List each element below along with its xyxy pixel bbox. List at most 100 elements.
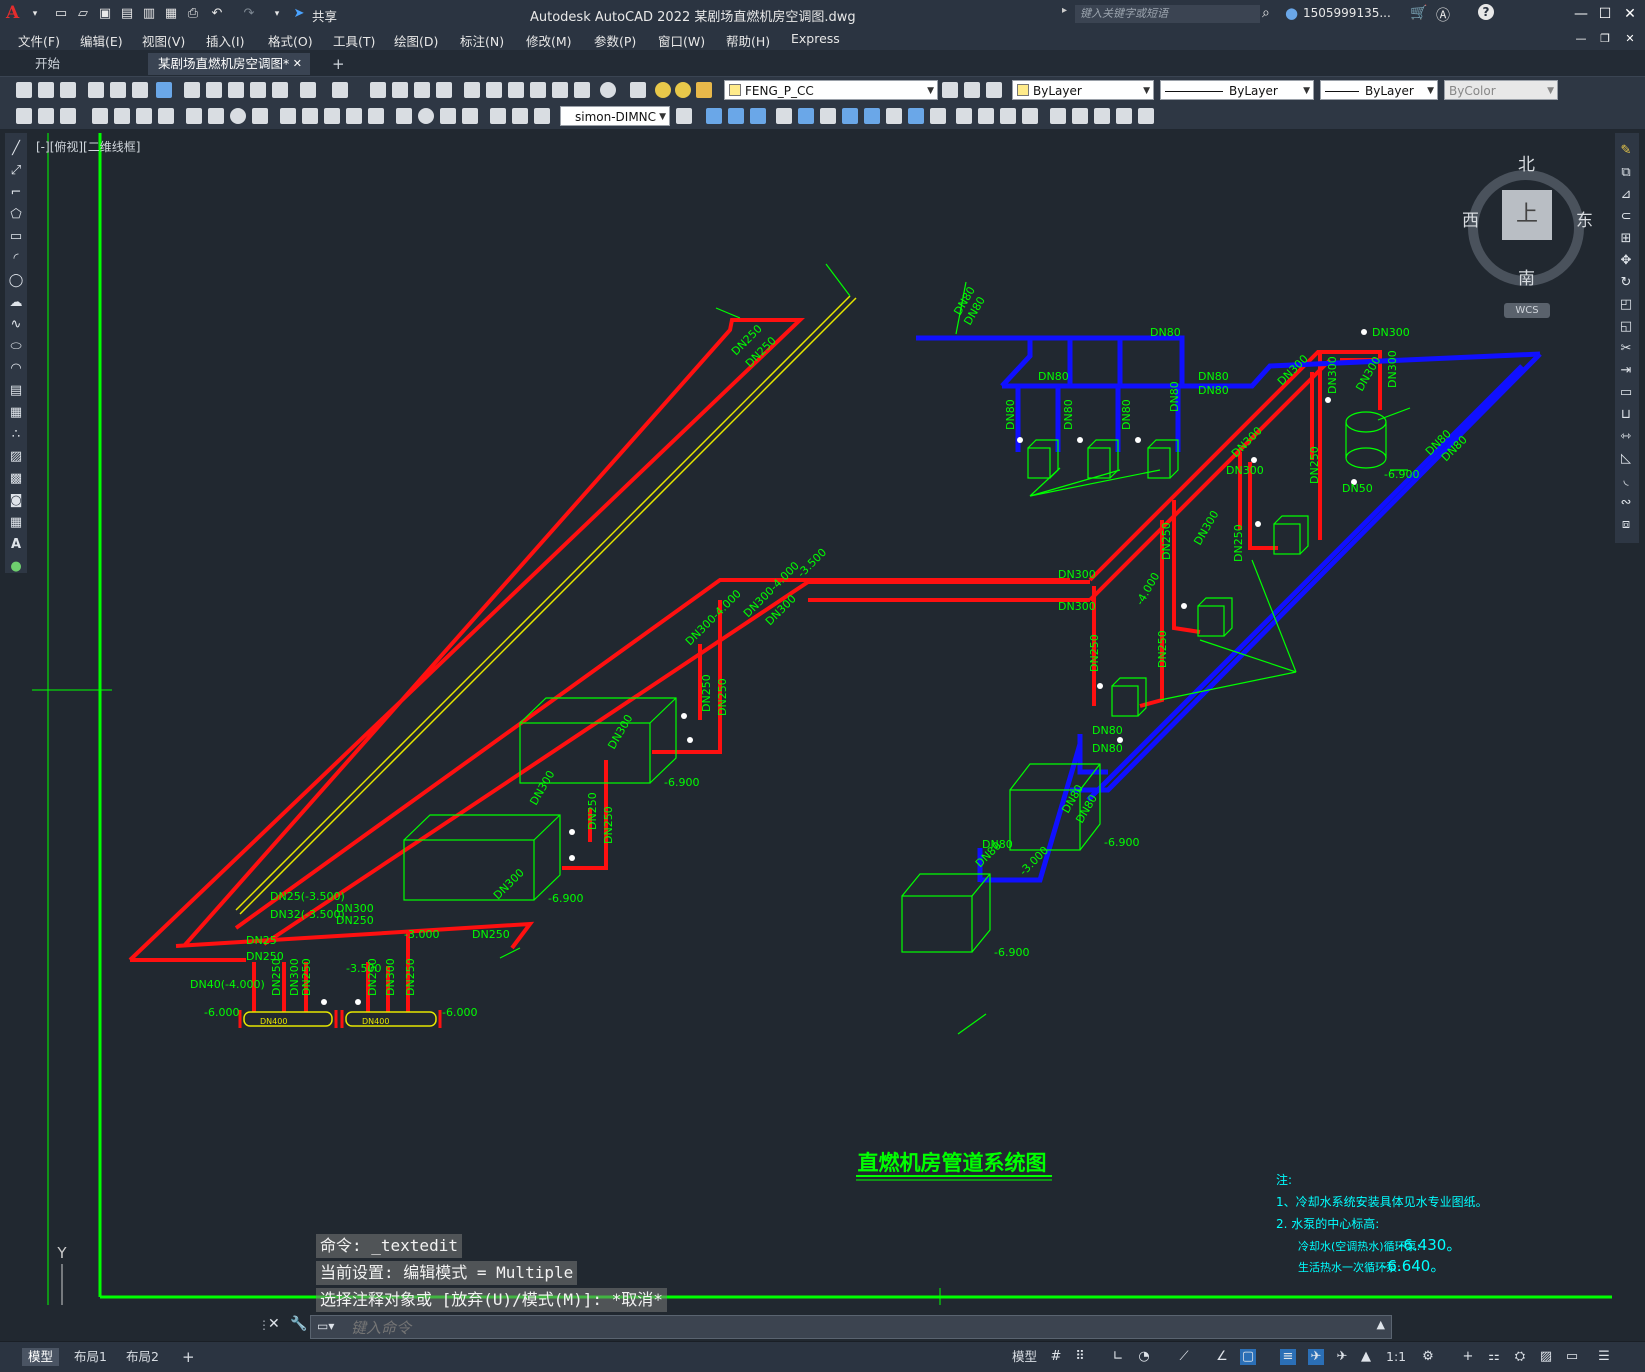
cmd-close-icon[interactable]: ✕ (268, 1316, 280, 1332)
wcs-menu[interactable]: WCS (1504, 303, 1550, 318)
qnew-icon[interactable] (16, 82, 32, 98)
matchprop-icon[interactable] (250, 82, 266, 98)
viewcube-east[interactable]: 东 (1576, 206, 1593, 231)
viewcube-top-face[interactable]: 上 (1502, 190, 1552, 240)
solid-l-icon[interactable] (956, 108, 972, 124)
dim-radius-icon[interactable] (186, 108, 202, 124)
center-mark-icon[interactable] (418, 108, 434, 124)
quick-dim-icon[interactable] (280, 108, 296, 124)
tool-palettes-icon[interactable] (508, 82, 524, 98)
tab-close-icon[interactable]: ✕ (293, 53, 302, 75)
dim-edit-icon[interactable] (490, 108, 506, 124)
dim-text-edit-icon[interactable] (512, 108, 528, 124)
pan-icon[interactable] (370, 82, 386, 98)
zoom-window-icon[interactable] (414, 82, 430, 98)
cmd-recent-icon[interactable]: ▭▾ (317, 1319, 334, 1333)
annotation-visibility-icon[interactable]: ✈ (1308, 1349, 1324, 1365)
table-icon[interactable]: ▦ (8, 515, 24, 531)
solid-i-icon[interactable] (886, 108, 902, 124)
redo-icon[interactable]: ↷ (240, 5, 258, 23)
layer-dropdown[interactable]: FENG_P_CC ▼ (724, 80, 938, 100)
open-file-icon[interactable]: ▱ (74, 5, 92, 23)
doc-close-icon[interactable]: ✕ (1619, 29, 1641, 49)
minimize-icon[interactable]: — (1570, 4, 1592, 24)
layer-thaw-icon[interactable] (675, 82, 691, 98)
dim-aligned-icon[interactable] (114, 108, 130, 124)
menu-help[interactable]: 帮助(H) (726, 31, 770, 50)
menu-express[interactable]: Express (791, 31, 840, 46)
add-layout-button[interactable]: + (176, 1348, 201, 1366)
lineweight-display-icon[interactable]: ≡ (1280, 1349, 1296, 1365)
arc-icon[interactable]: ◜ (8, 251, 24, 267)
chamfer-icon[interactable]: ◺ (1618, 451, 1634, 467)
menu-parametric[interactable]: 参数(P) (594, 31, 636, 50)
revcloud-icon[interactable]: ☁ (8, 295, 24, 311)
dim-break-icon[interactable] (368, 108, 384, 124)
rotate-icon[interactable]: ↻ (1618, 275, 1634, 291)
dim-continue-icon[interactable] (324, 108, 340, 124)
tool-c-icon[interactable] (60, 108, 76, 124)
spline-icon[interactable]: ∿ (8, 317, 24, 333)
mtext-icon[interactable]: A (8, 537, 24, 553)
scale-icon[interactable]: ◰ (1618, 297, 1634, 313)
blend-icon[interactable]: ∾ (1618, 495, 1634, 511)
zoom-previous-icon[interactable] (436, 82, 452, 98)
menu-modify[interactable]: 修改(M) (526, 31, 572, 50)
dimstyle-dropdown[interactable]: simon-DIMNC ▼ (560, 106, 670, 126)
viewcube-south[interactable]: 南 (1518, 264, 1535, 289)
point-icon[interactable]: ∴ (8, 427, 24, 443)
copy-icon[interactable] (206, 82, 222, 98)
command-input[interactable] (349, 1318, 1333, 1338)
share-label[interactable]: 共享 (312, 6, 337, 25)
expand-search-icon[interactable]: ▸ (1062, 5, 1067, 16)
cmd-history-toggle-icon[interactable]: ▲ (1377, 1318, 1385, 1331)
dim-angular-icon[interactable] (252, 108, 268, 124)
cut-icon[interactable] (184, 82, 200, 98)
plotstyle-dropdown[interactable]: ByColor ▼ (1444, 80, 1558, 100)
ellipse-icon[interactable]: ⬭ (8, 339, 24, 355)
quick-properties-icon[interactable]: ⛭ (1512, 1349, 1528, 1365)
menu-draw[interactable]: 绘图(D) (394, 31, 438, 50)
erase-icon[interactable]: ✎ (1618, 143, 1634, 159)
solid-s-icon[interactable] (1116, 108, 1132, 124)
layer-lock-icon[interactable] (696, 82, 712, 98)
sheet-set-icon[interactable] (530, 82, 546, 98)
maximize-icon[interactable]: ☐ (1594, 4, 1616, 24)
tab-layout1[interactable]: 布局1 (68, 1348, 113, 1366)
hatch-icon[interactable]: ▨ (8, 449, 24, 465)
explode-icon[interactable]: ⧈ (1618, 517, 1634, 533)
grid-icon[interactable]: # (1048, 1349, 1064, 1365)
dim-space-icon[interactable] (346, 108, 362, 124)
cart-icon[interactable]: 🛒 (1410, 5, 1427, 21)
extend-icon[interactable]: ⇥ (1618, 363, 1634, 379)
menu-window[interactable]: 窗口(W) (658, 31, 705, 50)
gradient-icon[interactable]: ▩ (8, 471, 24, 487)
tool-a-icon[interactable] (16, 108, 32, 124)
autocad-logo[interactable]: A (6, 3, 19, 23)
user-icon[interactable]: ● (1285, 4, 1298, 22)
command-line[interactable]: ▭▾ ▲ (310, 1315, 1392, 1339)
units-icon[interactable]: ⚏ (1486, 1349, 1502, 1365)
customization-menu-icon[interactable]: ☰ (1596, 1349, 1612, 1365)
tab-layout2[interactable]: 布局2 (120, 1348, 165, 1366)
make-current-layer-icon[interactable] (942, 82, 958, 98)
viewcube-west[interactable]: 西 (1462, 206, 1479, 231)
solid-m-icon[interactable] (978, 108, 994, 124)
3d-dwf-icon[interactable] (156, 82, 172, 98)
annotation-scale-icon[interactable]: ▲ (1358, 1349, 1374, 1365)
menu-format[interactable]: 格式(O) (268, 31, 313, 50)
save-as-icon[interactable]: ▤ (118, 5, 136, 23)
doc-restore-icon[interactable]: ❐ (1594, 29, 1616, 49)
polar-icon[interactable]: ◔ (1136, 1349, 1152, 1365)
solid-b-icon[interactable] (728, 108, 744, 124)
user-name[interactable]: 1505999135... (1303, 6, 1391, 20)
solid-j-icon[interactable] (908, 108, 924, 124)
linetype-dropdown[interactable]: ByLayer ▼ (1160, 80, 1314, 100)
solid-e-icon[interactable] (798, 108, 814, 124)
layer-on-icon[interactable] (655, 82, 671, 98)
copy-object-icon[interactable]: ⧉ (1618, 165, 1634, 181)
lock-ui-icon[interactable]: ▨ (1538, 1349, 1554, 1365)
menu-insert[interactable]: 插入(I) (206, 31, 244, 50)
tool-b-icon[interactable] (38, 108, 54, 124)
solid-p-icon[interactable] (1050, 108, 1066, 124)
